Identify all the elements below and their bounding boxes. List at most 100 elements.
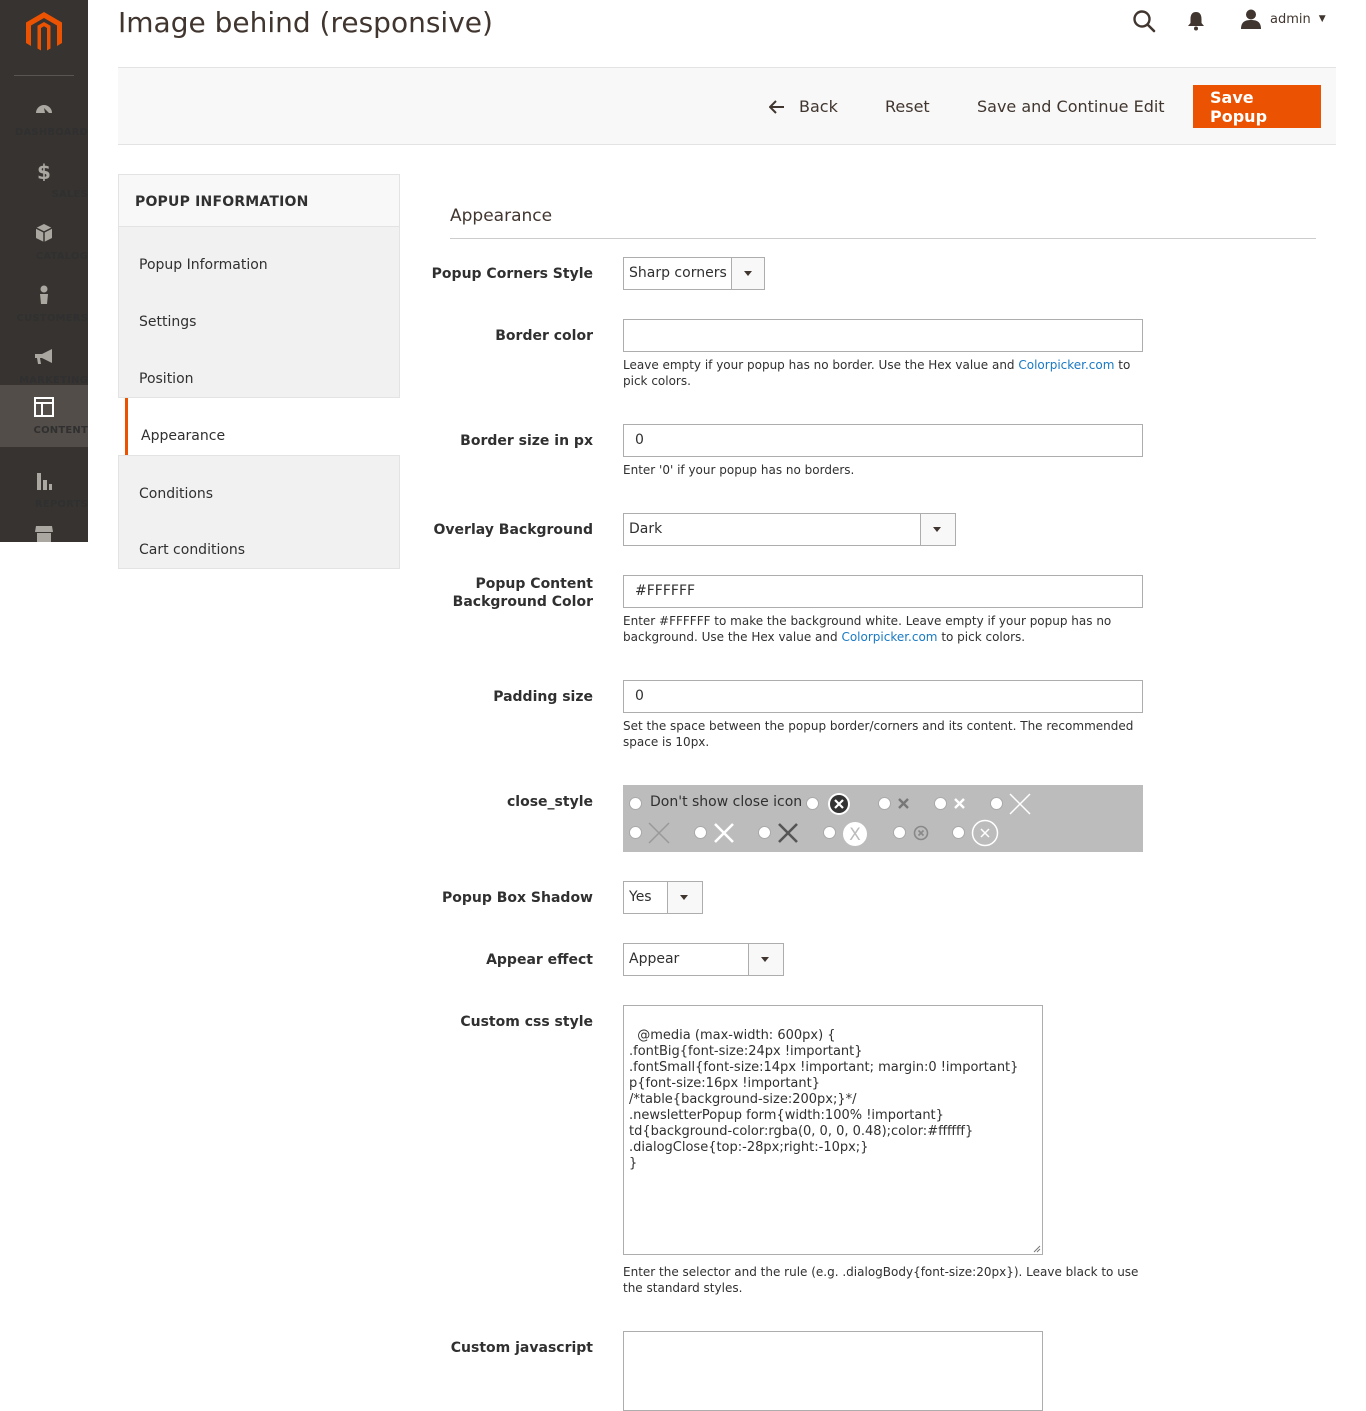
tab-appearance[interactable]: Appearance (125, 398, 400, 455)
border-color-note: Leave empty if your popup has no border.… (623, 357, 1143, 389)
tab-popup-information[interactable]: Popup Information (118, 227, 400, 284)
close-small-white-icon (954, 798, 965, 809)
note-text: to pick colors. (937, 630, 1026, 644)
close-style-radio[interactable] (952, 826, 965, 839)
close-circle-small-icon (913, 825, 929, 841)
border-size-note: Enter '0' if your popup has no borders. (623, 463, 855, 477)
nav-label: CATALOG (35, 251, 88, 262)
speedometer-icon (36, 105, 52, 113)
bell-icon[interactable] (1187, 11, 1205, 31)
tab-label: Popup Information (139, 257, 268, 273)
overlay-label: Overlay Background (433, 522, 593, 538)
tab-conditions[interactable]: Conditions (118, 455, 400, 512)
nav-label: SALES (51, 189, 88, 200)
colorpicker-link[interactable]: Colorpicker.com (1018, 358, 1114, 372)
custom-js-label: Custom javascript (450, 1340, 593, 1356)
nav-label: CONTENT (33, 425, 88, 436)
content-bg-input[interactable]: #FFFFFF (623, 575, 1143, 608)
box-icon (35, 224, 53, 242)
svg-text:$: $ (37, 161, 51, 181)
nav-sales[interactable]: $ SALES (0, 149, 88, 211)
user-menu[interactable]: admin ▼ (1241, 8, 1326, 30)
padding-input[interactable]: 0 (623, 680, 1143, 713)
close-thin-gray-icon (648, 822, 670, 844)
close-style-radio[interactable] (694, 826, 707, 839)
arrow-left-icon (769, 99, 784, 114)
search-icon[interactable] (1132, 9, 1156, 33)
back-button[interactable]: Back (769, 85, 838, 128)
corners-select[interactable]: Sharp corners (623, 257, 765, 290)
tab-settings[interactable]: Settings (118, 284, 400, 341)
effect-select[interactable]: Appear (623, 943, 784, 976)
back-label: Back (799, 97, 838, 116)
close-style-radio[interactable] (893, 826, 906, 839)
note-text: Leave empty if your popup has no border.… (623, 358, 1019, 372)
custom-js-textarea[interactable] (623, 1331, 1043, 1411)
padding-label: Padding size (493, 689, 593, 705)
nav-catalog[interactable]: CATALOG (0, 211, 88, 273)
nav-stores[interactable] (0, 521, 88, 542)
close-style-radio[interactable] (878, 797, 891, 810)
store-icon (35, 526, 53, 542)
corners-label: Popup Corners Style (431, 266, 593, 282)
nav-reports[interactable]: REPORTS (0, 459, 88, 521)
shadow-select[interactable]: Yes (623, 881, 703, 914)
content-bg-label: Popup Content Background Color (452, 576, 593, 610)
border-size-label: Border size in px (460, 433, 593, 449)
person-icon (40, 285, 48, 304)
close-style-radio-none[interactable] (629, 797, 642, 810)
close-style-radio[interactable] (990, 797, 1003, 810)
magento-logo-icon[interactable] (22, 10, 66, 54)
popup-tabs: POPUP INFORMATION Popup Information Sett… (118, 174, 400, 569)
close-circle-outline-icon (971, 819, 999, 847)
custom-css-label: Custom css style (460, 1014, 593, 1030)
close-style-options: Don't show close icon X (623, 785, 1143, 852)
admin-sidebar: DASHBOARD $ SALES CATALOG CUSTOMERS MARK… (0, 0, 88, 542)
nav-dashboard[interactable]: DASHBOARD (0, 87, 88, 149)
page-title: Image behind (responsive) (118, 6, 493, 39)
tab-label: Conditions (139, 486, 214, 502)
colorpicker-link[interactable]: Colorpicker.com (841, 630, 937, 644)
close-style-none-label: Don't show close icon (650, 794, 803, 810)
nav-content[interactable]: CONTENT (0, 385, 88, 447)
reset-label: Reset (885, 97, 930, 116)
nav-label: REPORTS (34, 499, 88, 510)
close-style-radio[interactable] (806, 797, 819, 810)
tab-label: Position (139, 371, 194, 387)
close-bold-white-icon (714, 823, 734, 843)
custom-css-note: Enter the selector and the rule (e.g. .d… (623, 1265, 1139, 1295)
tab-label: Appearance (141, 428, 226, 444)
custom-css-textarea[interactable]: @media (max-width: 600px) { .fontBig{fon… (623, 1005, 1043, 1255)
nav-label: CUSTOMERS (16, 313, 88, 324)
save-popup-button[interactable]: Save Popup (1193, 85, 1321, 128)
tabs-heading: POPUP INFORMATION (118, 174, 400, 227)
user-icon (1241, 9, 1261, 29)
content-bg-note: Enter #FFFFFF to make the background whi… (623, 613, 1143, 645)
chevron-down-icon (731, 258, 764, 289)
close-bold-dark-icon (778, 823, 798, 843)
overlay-select[interactable]: Dark (623, 513, 956, 546)
border-size-input[interactable]: 0 (623, 424, 1143, 457)
resize-handle-icon[interactable] (1033, 1245, 1041, 1253)
reset-button[interactable]: Reset (885, 85, 930, 128)
layout-icon (34, 397, 54, 417)
section-title: Appearance (450, 206, 553, 226)
close-style-radio[interactable] (758, 826, 771, 839)
close-style-radio[interactable] (823, 826, 836, 839)
close-style-radio[interactable] (629, 826, 642, 839)
save-continue-label: Save and Continue Edit (977, 97, 1165, 116)
save-continue-button[interactable]: Save and Continue Edit (977, 85, 1165, 128)
tab-position[interactable]: Position (118, 341, 400, 398)
page-actions-toolbar: Back Reset Save and Continue Edit Save P… (118, 67, 1336, 145)
tab-cart-conditions[interactable]: Cart conditions (118, 512, 400, 569)
tab-label: Cart conditions (139, 542, 246, 558)
shadow-label: Popup Box Shadow (441, 890, 593, 906)
corners-value: Sharp corners (629, 265, 727, 281)
nav-customers[interactable]: CUSTOMERS (0, 273, 88, 335)
border-color-input[interactable] (623, 319, 1143, 352)
save-popup-label: Save Popup (1210, 87, 1268, 126)
close-style-radio[interactable] (934, 797, 947, 810)
close-small-gray-icon (898, 798, 909, 809)
shadow-value: Yes (629, 889, 652, 905)
effect-label: Appear effect (486, 952, 593, 968)
